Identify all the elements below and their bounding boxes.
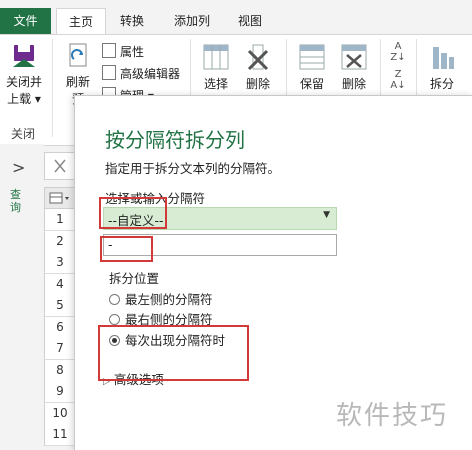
- close-load-icon: [13, 45, 35, 67]
- split-column-icon: [433, 47, 454, 69]
- close-icon: [54, 159, 66, 173]
- highlight-box-option: [98, 325, 249, 381]
- sort-descending-icon[interactable]: Z A↓: [386, 69, 410, 91]
- radio-leftmost-label: 最左侧的分隔符: [125, 292, 213, 307]
- row-number: 9: [44, 381, 76, 403]
- dialog-subtitle: 指定用于拆分文本列的分隔符。: [105, 161, 281, 176]
- chevron-down-icon: ▼: [323, 210, 330, 220]
- tab-transform[interactable]: 转换: [110, 8, 154, 34]
- radio-leftmost[interactable]: 最左侧的分隔符: [109, 289, 213, 308]
- remove-rows-button[interactable]: 删除: [334, 41, 374, 92]
- row-number: 10: [44, 402, 76, 425]
- highlight-box-delimiter: [100, 236, 153, 262]
- formula-cancel-box[interactable]: [44, 152, 76, 180]
- row-number: 6: [44, 316, 76, 339]
- choose-columns-button[interactable]: 选择: [196, 41, 236, 92]
- choose-label: 选择: [203, 77, 228, 91]
- delete-label: 删除: [245, 77, 270, 91]
- properties-label: 属性: [120, 45, 145, 59]
- queries-pane: > 查询: [0, 144, 44, 449]
- advanced-editor-icon: [102, 65, 116, 80]
- refresh-icon: [69, 43, 87, 67]
- tab-home[interactable]: 主页: [56, 8, 106, 36]
- close-load-label-2: 上载 ▾: [7, 92, 41, 106]
- close-load-label-1: 关闭并: [5, 75, 42, 89]
- refresh-label: 刷新: [65, 75, 90, 89]
- tab-add-column[interactable]: 添加列: [164, 8, 220, 34]
- properties-button[interactable]: 属性: [102, 43, 144, 60]
- radio-circle-icon: [109, 294, 120, 305]
- radio-circle-icon: [109, 314, 120, 325]
- tab-view[interactable]: 视图: [228, 8, 272, 34]
- properties-icon: [102, 43, 116, 58]
- group-separator: [52, 39, 53, 137]
- table-menu-button[interactable]: [44, 187, 76, 209]
- close-load-button[interactable]: 关闭并 上载 ▾: [2, 41, 46, 107]
- row-number: 1: [44, 209, 76, 231]
- ribbon-tab-bar: 文件 主页 转换 添加列 视图: [0, 0, 472, 36]
- keep-rows-icon: [299, 44, 325, 70]
- row-number: 11: [44, 424, 76, 446]
- expand-queries-chevron[interactable]: >: [12, 158, 25, 177]
- keep-label: 保留: [299, 77, 324, 91]
- dialog-title: 按分隔符拆分列: [105, 128, 245, 152]
- remove-label: 删除: [341, 77, 366, 91]
- tab-file[interactable]: 文件: [0, 8, 51, 34]
- sort-ascending-icon[interactable]: A Z↓: [386, 41, 410, 63]
- row-number: 4: [44, 273, 76, 296]
- split-column-button[interactable]: 拆分: [422, 41, 462, 92]
- watermark: 软件技巧: [336, 401, 449, 431]
- advanced-editor-button[interactable]: 高级编辑器: [102, 65, 180, 82]
- queries-label[interactable]: 查询: [10, 188, 24, 214]
- highlight-box-dropdown: [99, 197, 167, 229]
- keep-rows-button[interactable]: 保留: [292, 41, 332, 92]
- split-label: 拆分: [429, 77, 454, 91]
- delete-columns-button[interactable]: 删除: [238, 41, 278, 92]
- remove-rows-icon: [341, 44, 367, 70]
- row-number: 3: [44, 252, 76, 274]
- advanced-editor-label: 高级编辑器: [120, 67, 181, 81]
- sort-buttons[interactable]: A Z↓ Z A↓: [386, 41, 410, 91]
- row-number: 5: [44, 295, 76, 317]
- choose-columns-icon: [203, 44, 229, 70]
- delete-columns-icon: [247, 44, 269, 71]
- split-position-label: 拆分位置: [109, 271, 160, 286]
- row-number: 8: [44, 359, 76, 382]
- table-icon: [49, 192, 69, 204]
- row-number: 7: [44, 338, 76, 360]
- row-number: 2: [44, 230, 76, 253]
- close-group-label: 关闭: [11, 127, 36, 141]
